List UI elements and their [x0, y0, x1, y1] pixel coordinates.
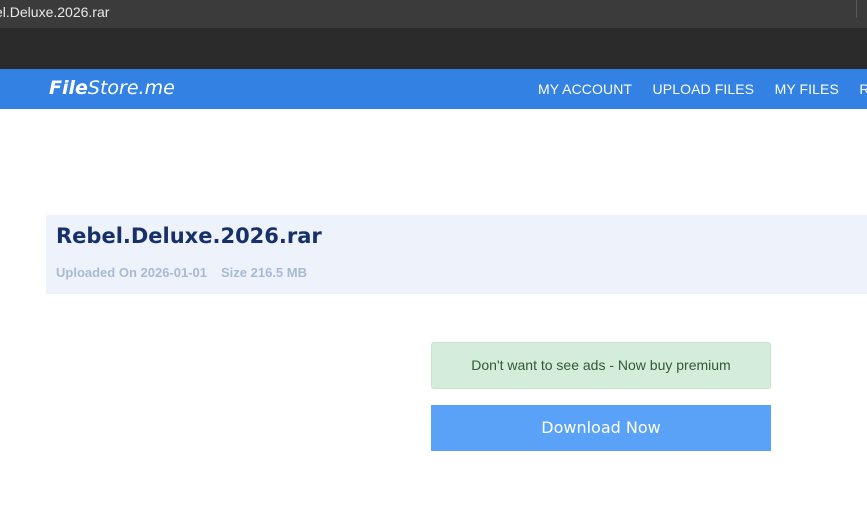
logo-bold-text: File: [49, 77, 88, 99]
site-header: FileStore.me MY ACCOUNT UPLOAD FILES MY …: [0, 69, 867, 109]
site-logo[interactable]: FileStore.me: [49, 77, 175, 99]
nav-upload-files[interactable]: UPLOAD FILES: [653, 81, 755, 97]
title-bar-divider: [856, 0, 857, 18]
window-title: el.Deluxe.2026.rar: [0, 4, 110, 20]
logo-rest-text: Store.me: [87, 77, 175, 99]
nav-my-account[interactable]: MY ACCOUNT: [538, 81, 632, 97]
browser-toolbar: [0, 28, 867, 69]
file-name: Rebel.Deluxe.2026.rar: [56, 224, 322, 248]
file-meta: Uploaded On 2026-01-01 Size 216.5 MB: [56, 265, 321, 280]
nav-register[interactable]: RE: [859, 81, 867, 97]
browser-title-bar: el.Deluxe.2026.rar: [0, 0, 867, 28]
file-info-panel: Rebel.Deluxe.2026.rar Uploaded On 2026-0…: [46, 215, 867, 294]
main-nav: MY ACCOUNT UPLOAD FILES MY FILES RE: [538, 81, 867, 99]
download-now-button[interactable]: Download Now: [431, 405, 771, 451]
upload-date: Uploaded On 2026-01-01: [56, 265, 207, 280]
premium-offer-box[interactable]: Don't want to see ads - Now buy premium: [431, 342, 771, 389]
nav-my-files[interactable]: MY FILES: [775, 81, 839, 97]
file-size: Size 216.5 MB: [221, 265, 307, 280]
